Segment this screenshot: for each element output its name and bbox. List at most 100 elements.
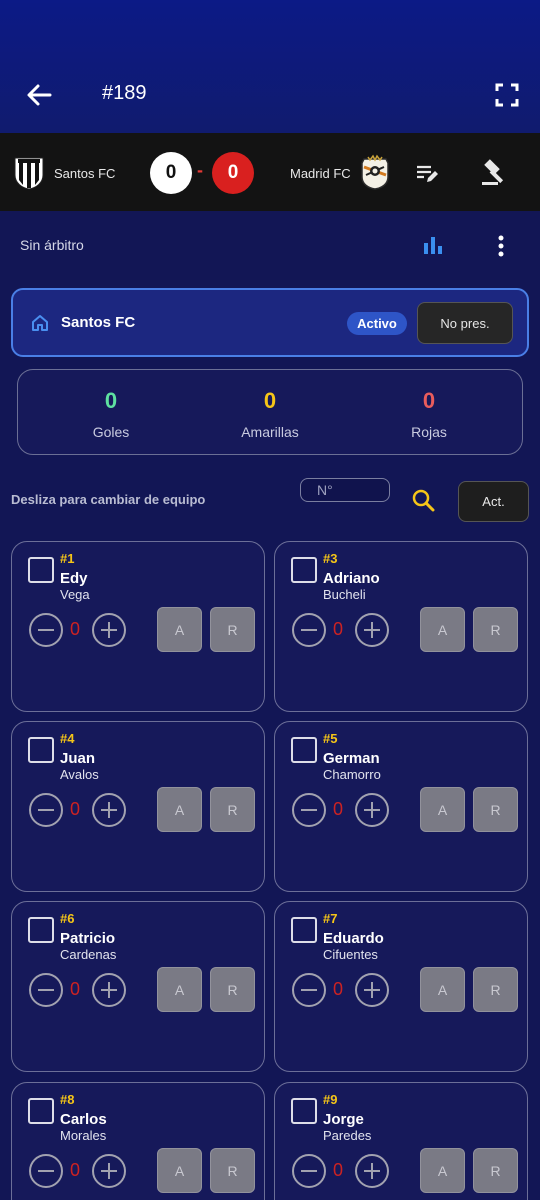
player-card[interactable]: #9 Jorge Paredes 0 A R	[274, 1082, 528, 1200]
fullscreen-button[interactable]	[490, 78, 524, 112]
red-card-button[interactable]: R	[210, 787, 255, 832]
player-first-name: Eduardo	[323, 930, 384, 947]
player-last-name: Avalos	[60, 767, 99, 782]
decrease-goal-button[interactable]	[292, 793, 326, 827]
player-number: #5	[323, 731, 338, 746]
back-button[interactable]	[22, 78, 56, 112]
player-checkbox[interactable]	[28, 737, 54, 763]
increase-goal-button[interactable]	[92, 973, 126, 1007]
home-team-name: Santos FC	[54, 166, 116, 181]
player-card[interactable]: #8 Carlos Morales 0 A R	[11, 1082, 265, 1200]
referee-gavel-button[interactable]	[478, 156, 510, 188]
player-number: #6	[60, 911, 75, 926]
yellow-card-button[interactable]: A	[420, 607, 465, 652]
player-first-name: Carlos	[60, 1111, 107, 1128]
goals-label: Goles	[92, 424, 130, 440]
increase-goal-button[interactable]	[92, 1154, 126, 1188]
player-card[interactable]: #3 Adriano Bucheli 0 A R	[274, 541, 528, 712]
red-card-button[interactable]: R	[473, 1148, 518, 1193]
player-last-name: Morales	[60, 1128, 107, 1143]
decrease-goal-button[interactable]	[29, 1154, 63, 1188]
player-first-name: Adriano	[323, 570, 380, 587]
yellow-card-button[interactable]: A	[420, 967, 465, 1012]
red-value: 0	[422, 388, 436, 413]
player-last-name: Cardenas	[60, 947, 117, 962]
player-first-name: Jorge	[323, 1111, 364, 1128]
player-card[interactable]: #6 Patricio Cardenas 0 A R	[11, 901, 265, 1072]
decrease-goal-button[interactable]	[292, 613, 326, 647]
decrease-goal-button[interactable]	[292, 1154, 326, 1188]
home-score: 0	[150, 152, 192, 194]
referee-status: Sin árbitro	[20, 237, 84, 253]
swipe-hint: Desliza para cambiar de equipo	[11, 492, 206, 507]
player-last-name: Cifuentes	[323, 947, 378, 962]
player-last-name: Bucheli	[323, 587, 366, 602]
increase-goal-button[interactable]	[92, 613, 126, 647]
player-first-name: Patricio	[60, 930, 116, 947]
yellow-label: Amarillas	[241, 424, 299, 440]
red-card-button[interactable]: R	[210, 607, 255, 652]
player-checkbox[interactable]	[291, 1098, 317, 1124]
home-shape-icon	[32, 315, 48, 331]
player-checkbox[interactable]	[291, 917, 317, 943]
player-card[interactable]: #1 Edy Vega 0 A R	[11, 541, 265, 712]
yellow-value: 0	[263, 388, 277, 413]
update-button[interactable]: Act.	[458, 481, 529, 522]
player-checkbox[interactable]	[28, 1098, 54, 1124]
player-number-input[interactable]	[300, 478, 390, 502]
yellow-card-button[interactable]: A	[157, 787, 202, 832]
goals-value: 0	[104, 388, 118, 413]
player-number: #3	[323, 551, 338, 566]
player-checkbox[interactable]	[291, 737, 317, 763]
gavel-icon	[482, 159, 504, 185]
decrease-goal-button[interactable]	[29, 973, 63, 1007]
player-checkbox[interactable]	[28, 917, 54, 943]
yellow-cards-stat: 0 Amarillas	[210, 388, 330, 440]
red-card-button[interactable]: R	[473, 787, 518, 832]
fullscreen-icon	[495, 83, 519, 107]
player-goals: 0	[70, 1160, 81, 1180]
player-number: #7	[323, 911, 338, 926]
yellow-card-button[interactable]: A	[157, 967, 202, 1012]
edit-lineup-button[interactable]	[414, 160, 440, 186]
red-label: Rojas	[411, 424, 447, 440]
player-last-name: Paredes	[323, 1128, 372, 1143]
player-first-name: German	[323, 750, 380, 767]
top-app-bar	[0, 0, 540, 133]
increase-goal-button[interactable]	[355, 793, 389, 827]
yellow-card-button[interactable]: A	[157, 1148, 202, 1193]
search-button[interactable]	[411, 488, 437, 514]
decrease-goal-button[interactable]	[292, 973, 326, 1007]
player-card[interactable]: #7 Eduardo Cifuentes 0 A R	[274, 901, 528, 1072]
no-present-button[interactable]: No pres.	[417, 302, 513, 344]
player-number: #4	[60, 731, 75, 746]
increase-goal-button[interactable]	[355, 1154, 389, 1188]
away-score: 0	[212, 152, 254, 194]
increase-goal-button[interactable]	[355, 973, 389, 1007]
more-vertical-icon	[498, 235, 504, 257]
player-card[interactable]: #5 German Chamorro 0 A R	[274, 721, 528, 892]
stats-chart-button[interactable]	[421, 233, 445, 257]
status-badge: Activo	[347, 312, 407, 335]
more-options-button[interactable]	[490, 233, 512, 259]
decrease-goal-button[interactable]	[29, 793, 63, 827]
red-card-button[interactable]: R	[473, 607, 518, 652]
player-card[interactable]: #4 Juan Avalos 0 A R	[11, 721, 265, 892]
red-card-button[interactable]: R	[210, 967, 255, 1012]
decrease-goal-button[interactable]	[29, 613, 63, 647]
increase-goal-button[interactable]	[92, 793, 126, 827]
yellow-card-button[interactable]: A	[420, 787, 465, 832]
search-icon	[412, 489, 435, 512]
santos-crest-icon	[14, 157, 44, 190]
player-checkbox[interactable]	[28, 557, 54, 583]
player-checkbox[interactable]	[291, 557, 317, 583]
yellow-card-button[interactable]: A	[157, 607, 202, 652]
yellow-card-button[interactable]: A	[420, 1148, 465, 1193]
away-team-logo	[356, 153, 394, 191]
red-card-button[interactable]: R	[473, 967, 518, 1012]
red-card-button[interactable]: R	[210, 1148, 255, 1193]
player-number: #9	[323, 1092, 338, 1107]
arrow-left-icon	[27, 84, 52, 106]
increase-goal-button[interactable]	[355, 613, 389, 647]
player-goals: 0	[333, 1160, 344, 1180]
